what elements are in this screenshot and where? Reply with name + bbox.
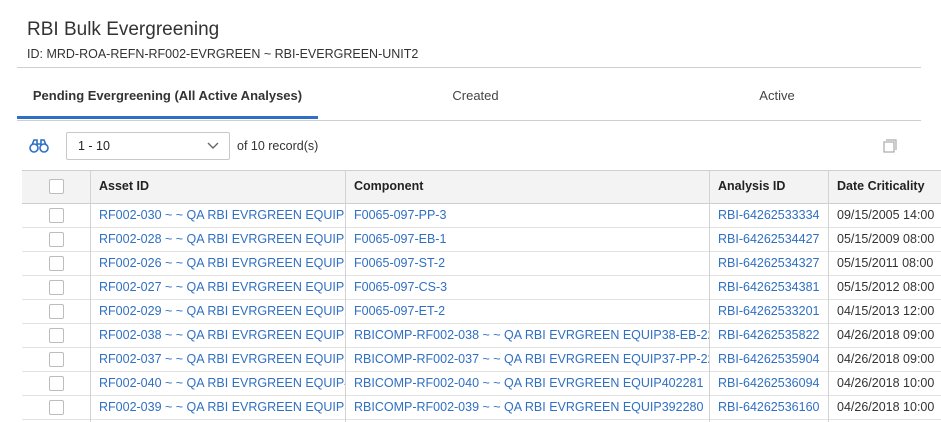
row-checkbox[interactable]	[49, 280, 64, 295]
analysis-id-link[interactable]: RBI-64262534427	[709, 228, 828, 251]
tab-active[interactable]: Active	[633, 80, 921, 120]
column-header-asset-id[interactable]: Asset ID	[90, 171, 345, 204]
analysis-id-link[interactable]: RBI-64262533201	[709, 300, 828, 323]
asset-id-link[interactable]: RF002-027 ~ ~ QA RBI EVRGREEN EQUIP27	[90, 276, 345, 299]
date-criticality-value: 04/26/2018 10:00	[837, 400, 935, 414]
row-checkbox[interactable]	[49, 328, 64, 343]
column-divider	[709, 170, 710, 422]
chevron-down-icon	[207, 142, 219, 149]
date-criticality-value: 04/26/2018 09:00	[837, 328, 935, 342]
tab-created[interactable]: Created	[318, 80, 633, 120]
component-link[interactable]: F0065-097-ST-2	[345, 252, 709, 275]
column-header-component[interactable]: Component	[345, 171, 709, 204]
analysis-id-link[interactable]: RBI-64262534327	[709, 252, 828, 275]
results-grid: Asset ID Component Analysis ID Date Crit…	[22, 170, 941, 422]
row-select-cell	[22, 228, 90, 251]
asset-id-link[interactable]: RF002-039 ~ ~ QA RBI EVRGREEN EQUIP39	[90, 396, 345, 419]
analysis-id-link[interactable]: RBI-64262536094	[709, 372, 828, 395]
page-range-value: 1 - 10	[78, 139, 110, 153]
column-header-date-criticality[interactable]: Date Criticality	[828, 171, 941, 204]
table-row: RF002-028 ~ ~ QA RBI EVRGREEN EQUIP28 F00…	[22, 228, 941, 252]
page-range-select[interactable]: 1 - 10	[66, 132, 230, 160]
table-row: RF002-027 ~ ~ QA RBI EVRGREEN EQUIP27 F00…	[22, 276, 941, 300]
date-criticality-value: 04/26/2018 09:00	[837, 352, 935, 366]
record-count: of 10 record(s)	[237, 139, 319, 153]
date-criticality-value: 05/15/2009 08:00	[837, 232, 935, 246]
asset-id-link[interactable]: RF002-026 ~ ~ QA RBI EVRGREEN EQUIP26	[90, 252, 345, 275]
table-row: RF002-039 ~ ~ QA RBI EVRGREEN EQUIP39 RBI…	[22, 396, 941, 420]
row-select-cell	[22, 372, 90, 395]
column-divider	[345, 170, 346, 422]
date-criticality-value: 04/26/2018 10:00	[837, 376, 935, 390]
component-link[interactable]: RBICOMP-RF002-039 ~ ~ QA RBI EVRGREEN EQ…	[345, 396, 709, 419]
header-divider	[17, 67, 921, 68]
tabs-divider	[17, 120, 921, 121]
table-row: RF002-026 ~ ~ QA RBI EVRGREEN EQUIP26 F00…	[22, 252, 941, 276]
date-criticality-value: 09/15/2005 14:00	[837, 208, 935, 222]
row-checkbox[interactable]	[49, 256, 64, 271]
row-select-cell	[22, 396, 90, 419]
table-row: RF002-030 ~ ~ QA RBI EVRGREEN EQUIP30 F00…	[22, 204, 941, 228]
row-select-cell	[22, 204, 90, 227]
page-title: RBI Bulk Evergreening	[27, 19, 220, 40]
component-link[interactable]: F0065-097-CS-3	[345, 276, 709, 299]
table-row: RF002-029 ~ ~ QA RBI EVRGREEN EQUIP29 F00…	[22, 300, 941, 324]
component-link[interactable]: F0065-097-EB-1	[345, 228, 709, 251]
asset-id-link[interactable]: RF002-030 ~ ~ QA RBI EVRGREEN EQUIP30	[90, 204, 345, 227]
column-header-analysis-id[interactable]: Analysis ID	[709, 171, 828, 204]
table-row: RF002-038 ~ ~ QA RBI EVRGREEN EQUIP38 RBI…	[22, 324, 941, 348]
asset-id-link[interactable]: RF002-028 ~ ~ QA RBI EVRGREEN EQUIP28	[90, 228, 345, 251]
component-link[interactable]: F0065-097-ET-2	[345, 300, 709, 323]
date-criticality-value: 05/15/2011 08:00	[837, 256, 934, 270]
row-select-cell	[22, 324, 90, 347]
row-checkbox[interactable]	[49, 208, 64, 223]
header-select-cell	[22, 171, 90, 204]
page-header: RBI Bulk Evergreening ID: MRD-ROA-REFN-R…	[27, 18, 418, 61]
table-row: RF002-037 ~ ~ QA RBI EVRGREEN EQUIP37 RBI…	[22, 348, 941, 372]
asset-id-link[interactable]: RF002-037 ~ ~ QA RBI EVRGREEN EQUIP37	[90, 348, 345, 371]
asset-id-link[interactable]: RF002-038 ~ ~ QA RBI EVRGREEN EQUIP38	[90, 324, 345, 347]
analysis-id-link[interactable]: RBI-64262534381	[709, 276, 828, 299]
tab-bar: Pending Evergreening (All Active Analyse…	[17, 80, 921, 120]
copy-icon[interactable]	[883, 139, 897, 153]
component-link[interactable]: RBICOMP-RF002-040 ~ ~ QA RBI EVRGREEN EQ…	[345, 372, 709, 395]
row-checkbox[interactable]	[49, 352, 64, 367]
asset-id-link[interactable]: RF002-029 ~ ~ QA RBI EVRGREEN EQUIP29	[90, 300, 345, 323]
asset-id-link[interactable]: RF002-040 ~ ~ QA RBI EVRGREEN EQUIP40	[90, 372, 345, 395]
tab-pending-evergreening[interactable]: Pending Evergreening (All Active Analyse…	[17, 80, 318, 120]
column-divider	[90, 170, 91, 422]
component-link[interactable]: F0065-097-PP-3	[345, 204, 709, 227]
row-checkbox[interactable]	[49, 400, 64, 415]
date-criticality-value: 05/15/2012 08:00	[837, 280, 935, 294]
page-subtitle: ID: MRD-ROA-REFN-RF002-EVRGREEN ~ RBI-EV…	[27, 47, 419, 61]
analysis-id-link[interactable]: RBI-64262533334	[709, 204, 828, 227]
analysis-id-link[interactable]: RBI-64262535904	[709, 348, 828, 371]
row-checkbox[interactable]	[49, 232, 64, 247]
row-checkbox[interactable]	[49, 304, 64, 319]
column-divider	[828, 170, 829, 422]
table-row: RF002-040 ~ ~ QA RBI EVRGREEN EQUIP40 RBI…	[22, 372, 941, 396]
row-select-cell	[22, 300, 90, 323]
grid-header: Asset ID Component Analysis ID Date Crit…	[22, 170, 941, 204]
analysis-id-link[interactable]: RBI-64262536160	[709, 396, 828, 419]
row-select-cell	[22, 348, 90, 371]
binoculars-icon[interactable]	[29, 138, 49, 154]
component-link[interactable]: RBICOMP-RF002-037 ~ ~ QA RBI EVRGREEN EQ…	[345, 348, 709, 371]
select-all-checkbox[interactable]	[49, 179, 64, 194]
row-select-cell	[22, 252, 90, 275]
component-link[interactable]: RBICOMP-RF002-038 ~ ~ QA RBI EVRGREEN EQ…	[345, 324, 709, 347]
date-criticality-value: 04/15/2013 12:00	[837, 304, 935, 318]
grid-toolbar: 1 - 10 of 10 record(s)	[17, 131, 921, 163]
analysis-id-link[interactable]: RBI-64262535822	[709, 324, 828, 347]
row-checkbox[interactable]	[49, 376, 64, 391]
row-select-cell	[22, 276, 90, 299]
